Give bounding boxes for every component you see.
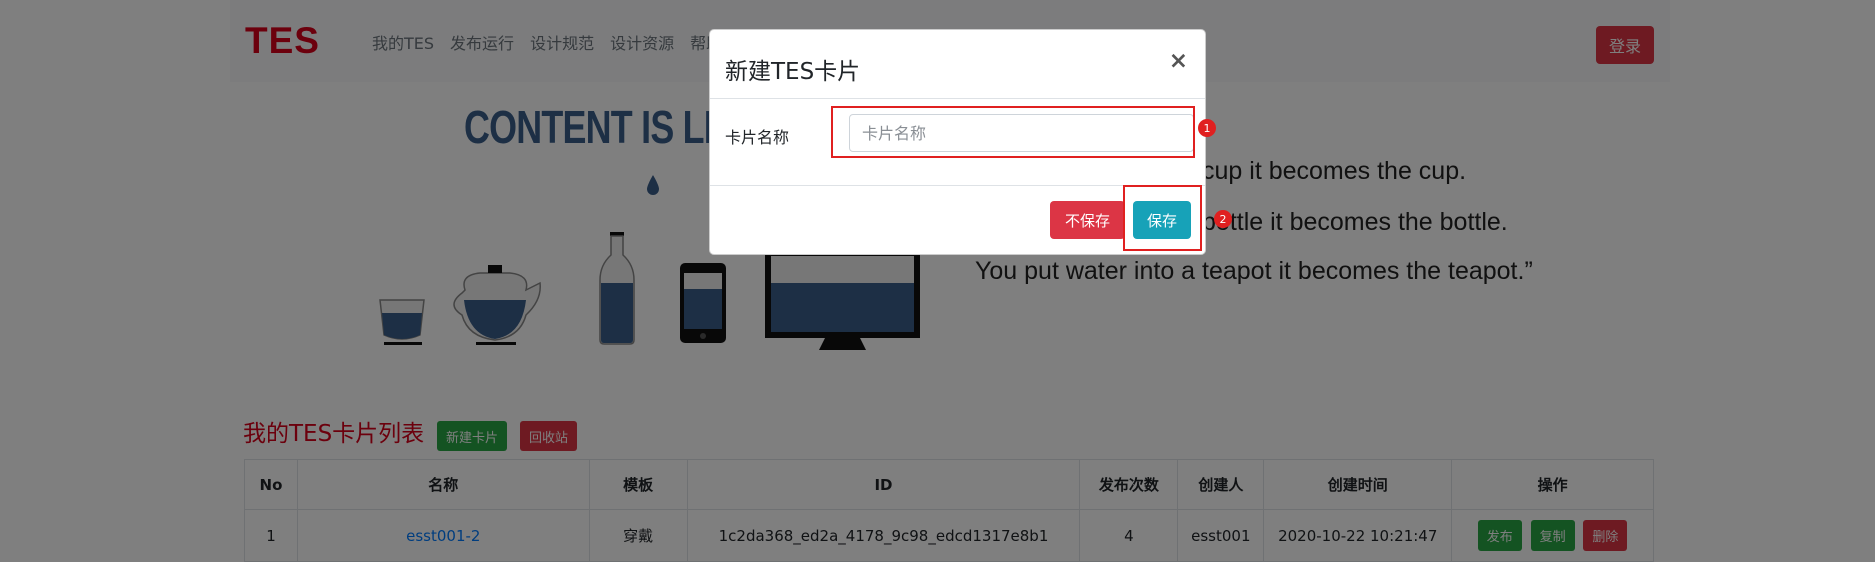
step-badge-2: 2 bbox=[1214, 210, 1232, 228]
highlight-box-input bbox=[831, 106, 1195, 158]
highlight-box-save bbox=[1123, 185, 1202, 251]
card-name-label: 卡片名称 bbox=[725, 128, 790, 147]
step-badge-1: 1 bbox=[1198, 119, 1216, 137]
page: TES 我的TES 发布运行 设计规范 设计资源 帮助 登录 CONTENT I… bbox=[0, 0, 1875, 562]
modal-title: 新建TES卡片 bbox=[725, 59, 861, 85]
dont-save-button[interactable]: 不保存 bbox=[1050, 201, 1125, 239]
modal-header: 新建TES卡片 × bbox=[710, 30, 1205, 99]
close-icon[interactable]: × bbox=[1169, 48, 1188, 74]
